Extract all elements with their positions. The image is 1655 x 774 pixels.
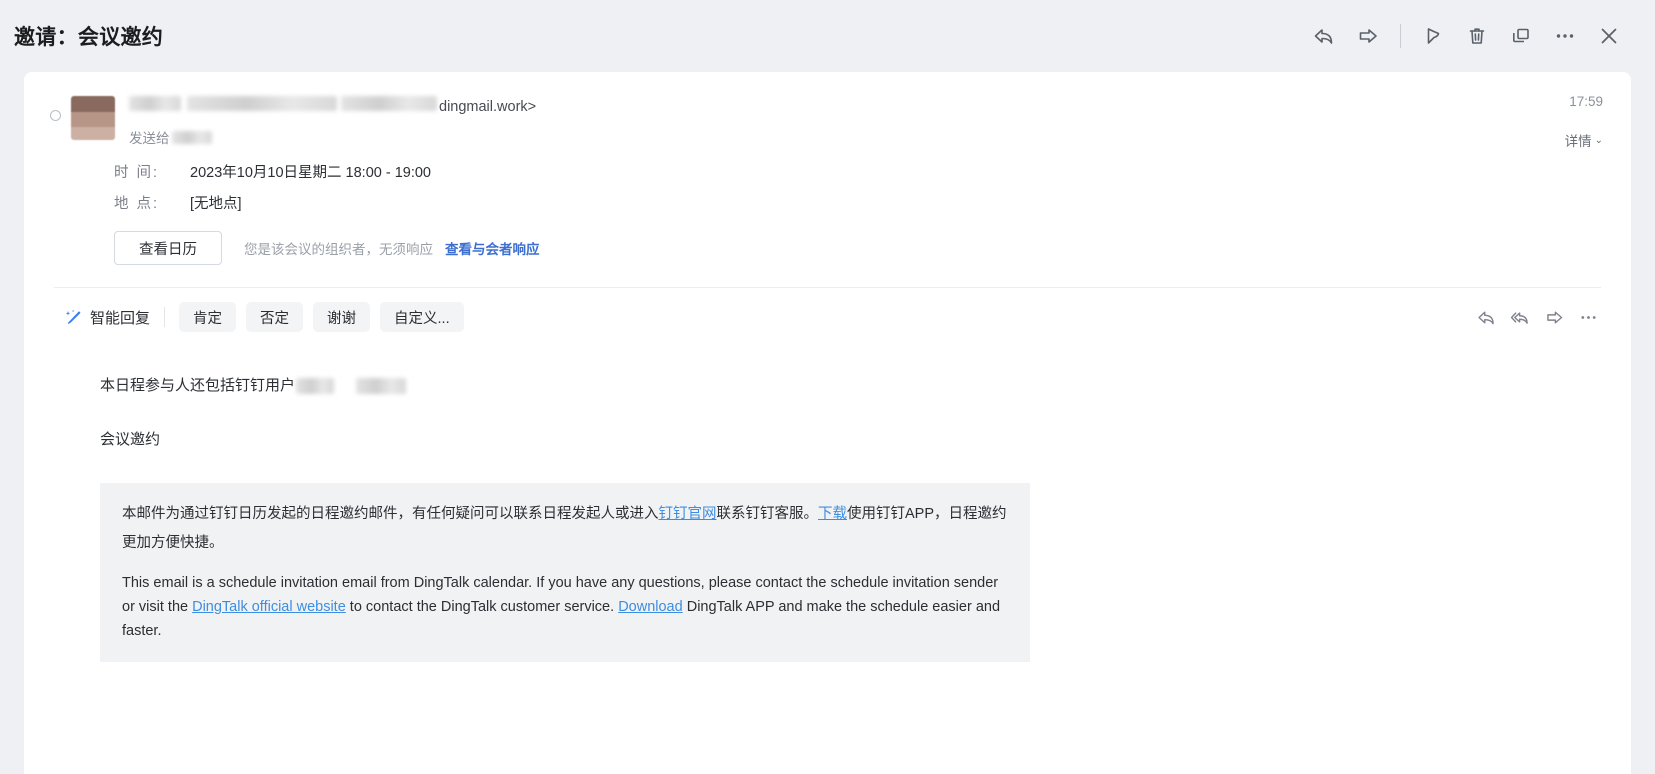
page-title: 邀请：会议邀约 [14,26,164,49]
participants-line: 本日程参与人还包括钉钉用户 [100,372,1603,400]
header-divider [1400,24,1401,48]
organizer-note: 您是该会议的组织者，无须响应 [244,242,433,257]
smart-reply-chip-custom[interactable]: 自定义... [380,302,464,332]
smart-reply-bar: 智能回复 肯定 否定 谢谢 自定义... [24,288,1631,346]
meeting-time-label: 时 间: [114,165,160,181]
message-body: 本日程参与人还包括钉钉用户 会议邀约 本邮件为通过钉钉日历发起的日程邀约邮件，有… [24,346,1631,662]
smart-reply-chip-affirm[interactable]: 肯定 [179,302,237,332]
delete-icon[interactable] [1455,14,1499,58]
flag-icon[interactable] [1411,14,1455,58]
smart-reply-divider [164,307,166,327]
disclaimer-box: 本邮件为通过钉钉日历发起的日程邀约邮件，有任何疑问可以联系日程发起人或进入钉钉官… [100,483,1030,662]
meeting-time-value: 2023年10月10日星期二 18:00 - 19:00 [190,165,431,181]
details-label: 详情 [1564,134,1592,149]
reply-icon[interactable] [1302,14,1346,58]
participants-prefix: 本日程参与人还包括钉钉用户 [100,377,296,394]
message-timestamp: 17:59 [1569,94,1603,109]
disclaimer-cn-text-1: 本邮件为通过钉钉日历发起的日程邀约邮件，有任何疑问可以联系日程发起人或进入 [122,506,659,522]
header-actions [1302,14,1631,58]
disclaimer-chinese: 本邮件为通过钉钉日历发起的日程邀约邮件，有任何疑问可以联系日程发起人或进入钉钉官… [122,500,1008,558]
view-attendee-responses-link[interactable]: 查看与会者响应 [445,238,540,258]
forward-icon[interactable] [1346,14,1390,58]
reply-icon[interactable] [1471,302,1501,332]
participant-redacted-2 [356,378,407,394]
download-link-cn[interactable]: 下载 [818,506,847,522]
mail-reader-window: 邀请：会议邀约 dingmail.work> 发送给 17:59 详情 ⌄ 时 … [0,0,1655,774]
sent-to-label: 发送给 [129,131,170,146]
dingtalk-official-website-link-en[interactable]: DingTalk official website [192,599,346,615]
more-icon[interactable] [1573,302,1603,332]
smart-reply-chip-thanks[interactable]: 谢谢 [313,302,371,332]
avatar [71,96,115,140]
close-icon[interactable] [1587,14,1631,58]
sender-email-redacted-2 [341,96,437,111]
meeting-time-row: 时 间: 2023年10月10日星期二 18:00 - 19:00 [114,161,1631,182]
chevron-down-icon: ⌄ [1594,134,1603,146]
participant-redacted-1 [296,378,335,394]
sender-email-redacted-1 [187,96,337,111]
disclaimer-en-text-2: to contact the DingTalk customer service… [345,599,619,615]
dingtalk-official-website-link-cn[interactable]: 钉钉官网 [659,506,717,522]
subject-line: 会议邀约 [100,431,161,448]
sender-row: dingmail.work> 发送给 17:59 详情 ⌄ [24,72,1631,150]
reply-all-icon[interactable] [1505,302,1535,332]
view-calendar-button[interactable]: 查看日历 [114,231,222,265]
message-action-icons [1471,302,1603,332]
meeting-place-value: [无地点] [190,196,242,212]
window-header: 邀请：会议邀约 [0,0,1655,72]
more-icon[interactable] [1543,14,1587,58]
smart-reply-chip-decline[interactable]: 否定 [246,302,304,332]
disclaimer-english: This email is a schedule invitation emai… [122,571,1008,643]
magic-wand-icon [64,308,83,327]
smart-reply-label: 智能回复 [90,309,151,327]
message-card: dingmail.work> 发送给 17:59 详情 ⌄ 时 间: 2023年… [24,72,1631,774]
recipient-redacted [171,130,212,144]
sender-text: dingmail.work> 发送给 [129,94,1603,147]
sender-address-line: dingmail.work> [129,96,1603,115]
meeting-actions: 查看日历 您是该会议的组织者，无须响应 查看与会者响应 [24,223,1631,265]
disclaimer-cn-text-2: 联系钉钉客服。 [716,506,819,522]
meeting-place-row: 地 点: [无地点] [114,192,1631,213]
download-link-en[interactable]: Download [618,599,683,615]
collapse-toggle[interactable] [50,110,61,121]
forward-icon[interactable] [1539,302,1569,332]
recipient-line: 发送给 [129,127,1603,147]
meeting-place-label: 地 点: [114,196,160,212]
windows-icon[interactable] [1499,14,1543,58]
meeting-info: 时 间: 2023年10月10日星期二 18:00 - 19:00 地 点: [… [24,147,1631,213]
sender-domain: dingmail.work> [439,99,537,115]
details-toggle[interactable]: 详情 ⌄ [1565,130,1603,150]
sender-name-redacted [129,96,181,111]
